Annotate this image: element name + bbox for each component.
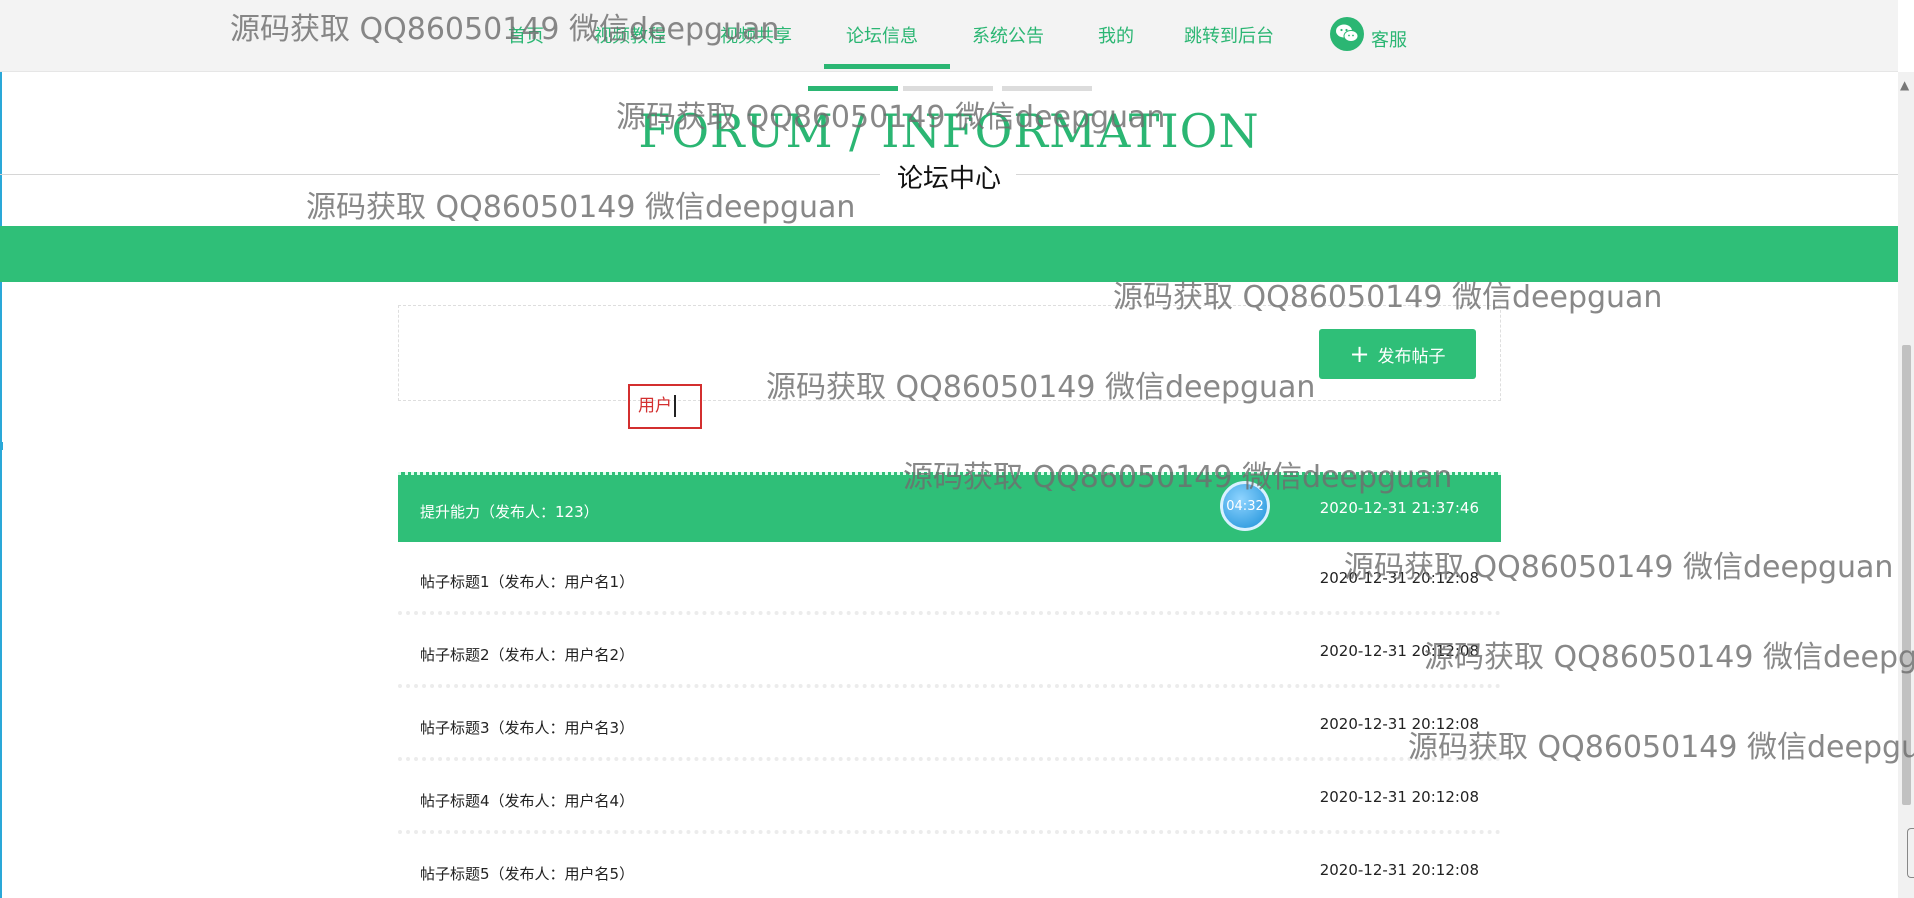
watermark: 源码获取 QQ86050149 微信deepguan xyxy=(1408,730,1914,765)
username-search-value: 用户 xyxy=(638,396,672,416)
watermark: 源码获取 QQ86050149 微信deepguan xyxy=(230,12,780,47)
plus-icon: + xyxy=(1349,340,1370,368)
nav-active-indicator xyxy=(824,64,950,69)
slide-indicator[interactable] xyxy=(903,86,993,91)
watermark: 源码获取 QQ86050149 微信deepguan xyxy=(616,100,1166,135)
post-row[interactable]: 帖子标题5（发布人：用户名5） 2020-12-31 20:12:08 xyxy=(398,837,1501,898)
post-date: 2020-12-31 20:12:08 xyxy=(1319,788,1479,806)
post-date: 2020-12-31 20:12:08 xyxy=(1319,861,1479,879)
post-row[interactable]: 帖子标题2（发布人：用户名2） 2020-12-31 20:12:08 xyxy=(398,618,1501,688)
nav-item-announcements[interactable]: 系统公告 xyxy=(972,22,1044,48)
nav-item-mine[interactable]: 我的 xyxy=(1098,22,1134,48)
wechat-icon[interactable] xyxy=(1330,17,1364,51)
username-search-input[interactable]: 用户 xyxy=(628,384,702,429)
nav-item-customer-service[interactable]: 客服 xyxy=(1371,26,1407,52)
watermark: 源码获取 QQ86050149 微信deepguan xyxy=(1113,280,1663,315)
publish-post-label: 发布帖子 xyxy=(1377,346,1446,367)
post-title[interactable]: 提升能力（发布人：123） xyxy=(420,501,599,522)
nav-item-forum[interactable]: 论坛信息 xyxy=(846,22,918,48)
watermark: 源码获取 QQ86050149 微信deepguan xyxy=(1344,550,1894,585)
publish-post-button[interactable]: + 发布帖子 xyxy=(1319,329,1476,379)
watermark: 源码获取 QQ86050149 微信deepguan xyxy=(903,460,1453,495)
post-row[interactable]: 帖子标题4（发布人：用户名4） 2020-12-31 20:12:08 xyxy=(398,764,1501,834)
window-edge-marker xyxy=(0,442,3,450)
post-title[interactable]: 帖子标题3（发布人：用户名3） xyxy=(420,717,634,738)
slide-indicator-active[interactable] xyxy=(808,86,898,91)
post-title[interactable]: 帖子标题5（发布人：用户名5） xyxy=(420,863,634,884)
post-title[interactable]: 帖子标题4（发布人：用户名4） xyxy=(420,790,634,811)
nav-item-admin-redirect[interactable]: 跳转到后台 xyxy=(1184,22,1274,48)
side-panel-handle[interactable] xyxy=(1907,828,1914,878)
post-title[interactable]: 帖子标题2（发布人：用户名2） xyxy=(420,644,634,665)
slide-indicator[interactable] xyxy=(1002,86,1092,91)
watermark: 源码获取 QQ86050149 微信deepguan xyxy=(766,370,1316,405)
page-subtitle: 论坛中心 xyxy=(896,164,1001,194)
watermark: 源码获取 QQ86050149 微信deepguan xyxy=(1424,640,1914,675)
post-title[interactable]: 帖子标题1（发布人：用户名1） xyxy=(420,571,634,592)
post-row[interactable]: 帖子标题1（发布人：用户名1） 2020-12-31 20:12:08 xyxy=(398,545,1501,615)
post-row[interactable]: 帖子标题3（发布人：用户名3） 2020-12-31 20:12:08 xyxy=(398,691,1501,761)
post-date: 2020-12-31 21:37:46 xyxy=(1319,499,1479,517)
watermark: 源码获取 QQ86050149 微信deepguan xyxy=(306,190,856,225)
scroll-up-icon[interactable]: ▲ xyxy=(1900,78,1909,92)
text-cursor xyxy=(674,395,676,417)
